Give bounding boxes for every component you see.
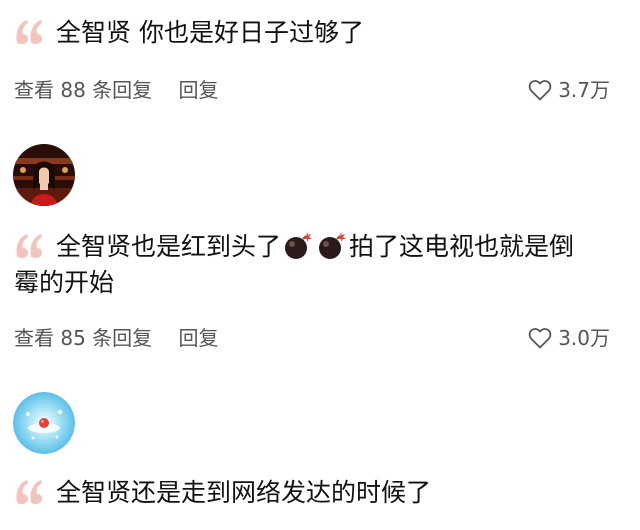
comment-2-meta: 查看 85 条回复 回复 3.0万 bbox=[14, 323, 610, 353]
comment-2-text: 全智贤也是红到头了 拍了这电视也就是倒 bbox=[14, 228, 626, 266]
reply-button[interactable]: 回复 bbox=[179, 75, 219, 105]
like-button[interactable]: 3.7万 bbox=[528, 75, 610, 105]
comment-text: 全智贤 你也是好日子过够了 bbox=[56, 18, 364, 47]
comment-1-meta: 查看 88 条回复 回复 3.7万 bbox=[14, 75, 610, 105]
like-button[interactable]: 3.0万 bbox=[528, 323, 610, 353]
comment-text: 拍了这电视也就是倒 bbox=[349, 232, 575, 261]
view-replies-link[interactable]: 查看 85 条回复 bbox=[14, 323, 152, 353]
comment-text: 全智贤还是走到网络发达的时候了 bbox=[56, 478, 432, 507]
view-replies-link[interactable]: 查看 88 条回复 bbox=[14, 75, 152, 105]
user-avatar[interactable] bbox=[13, 144, 75, 206]
quote-icon bbox=[14, 18, 44, 44]
like-count: 3.7万 bbox=[558, 78, 610, 102]
comment-text: 全智贤也是红到头了 bbox=[56, 232, 282, 261]
comment-3-text: 全智贤还是走到网络发达的时候了 bbox=[14, 474, 626, 512]
heart-icon bbox=[528, 328, 552, 349]
reply-button[interactable]: 回复 bbox=[179, 323, 219, 353]
user-avatar[interactable] bbox=[13, 392, 75, 454]
like-count: 3.0万 bbox=[558, 326, 610, 350]
bomb-emoji-icon bbox=[283, 231, 313, 261]
comment-2-text-line2: 霉的开始 bbox=[14, 264, 626, 302]
bomb-emoji-icon bbox=[317, 231, 347, 261]
quote-icon bbox=[14, 232, 44, 258]
comment-1-text: 全智贤 你也是好日子过够了 bbox=[14, 14, 626, 52]
comment-text: 霉的开始 bbox=[14, 268, 115, 297]
heart-icon bbox=[528, 80, 552, 101]
quote-icon bbox=[14, 478, 44, 504]
